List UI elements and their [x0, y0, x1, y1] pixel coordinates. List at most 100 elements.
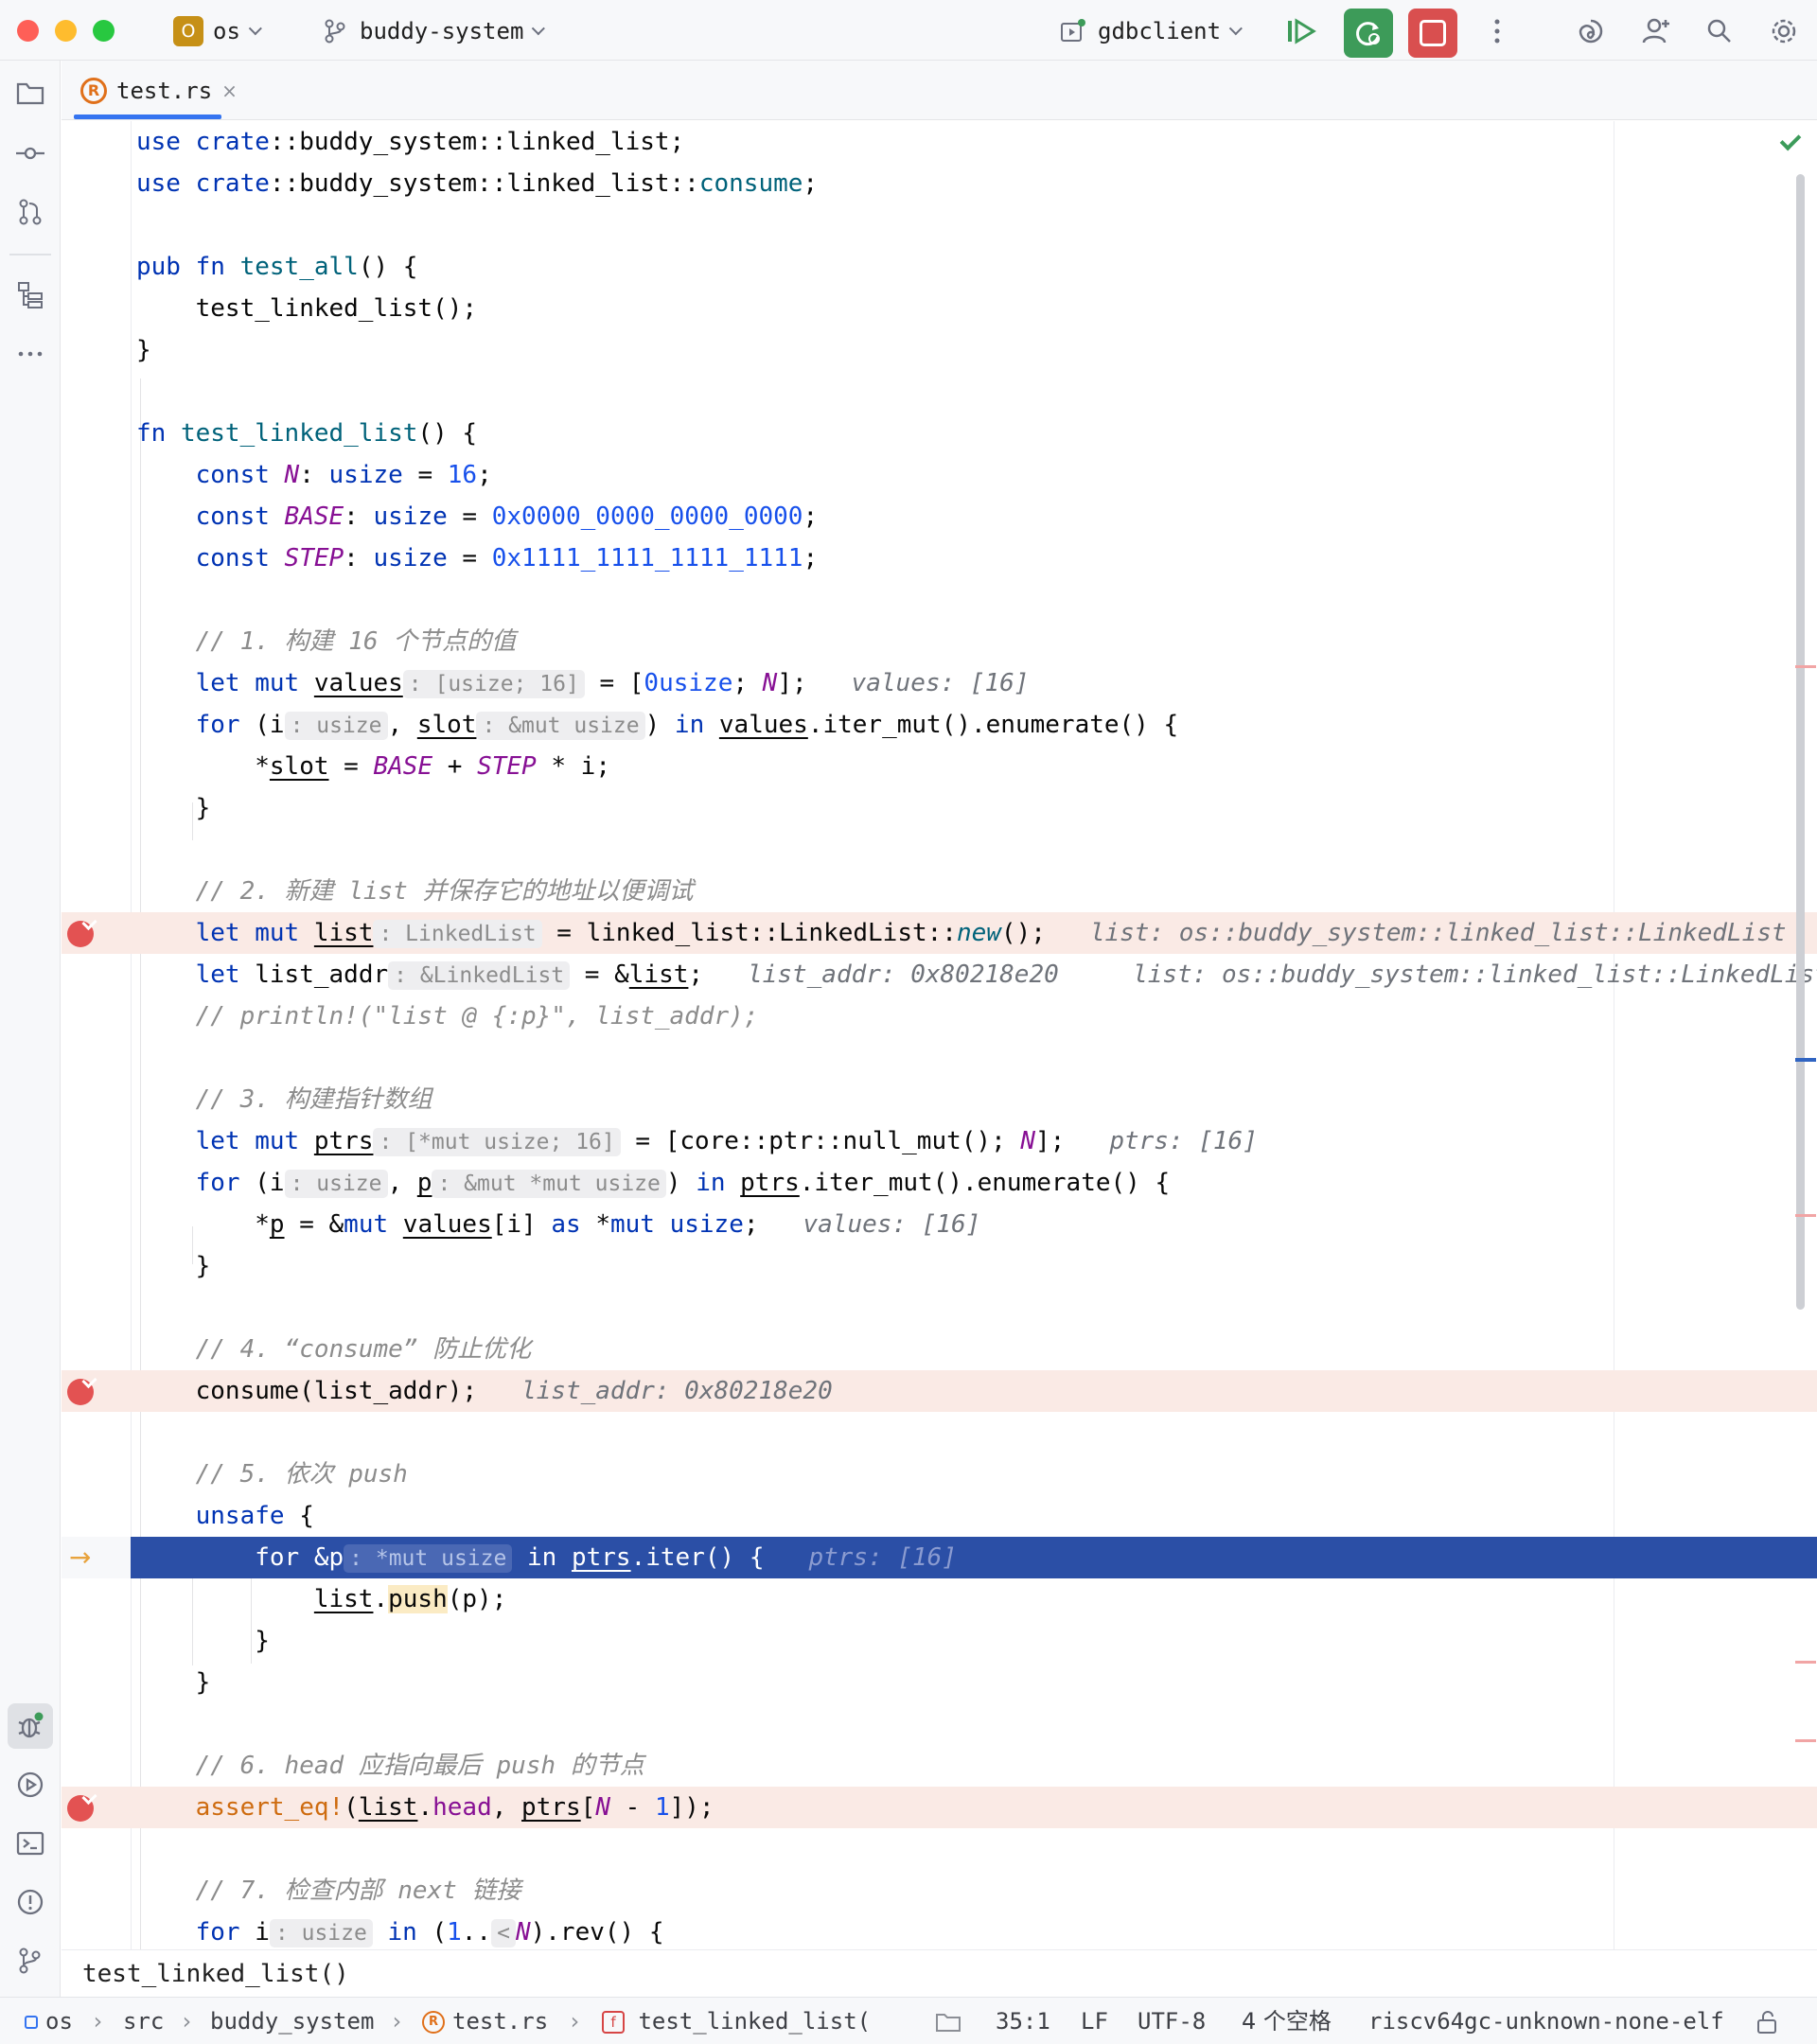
- code-line: for (i: usize, slot: &mut usize) in valu…: [195, 711, 1179, 740]
- rust-file-icon: R: [422, 2011, 445, 2034]
- const-step-value: 0x1111_1111_1111_1111: [491, 544, 803, 573]
- breakpoint-icon[interactable]: [67, 921, 94, 947]
- chevron-right-icon: ›: [568, 2008, 582, 2035]
- ai-assistant-icon[interactable]: [1575, 15, 1607, 47]
- const-base: BASE: [284, 502, 344, 531]
- const-base-value: 0x0000_0000_0000_0000: [491, 502, 803, 531]
- zoom-window-button[interactable]: [93, 20, 115, 42]
- run-config-name: gdbclient: [1098, 18, 1222, 44]
- inline-value: ptrs: [16]: [808, 1543, 957, 1572]
- breakpoint-icon[interactable]: [67, 1795, 94, 1822]
- code-line: // 1. 构建 16 个节点的值: [62, 621, 1817, 662]
- rerun-debug-button[interactable]: [1344, 9, 1393, 58]
- search-icon[interactable]: [1703, 15, 1736, 47]
- code-line: // 4. “consume” 防止优化: [62, 1329, 1817, 1370]
- folder-icon[interactable]: [935, 1998, 961, 2044]
- close-tab-icon[interactable]: ×: [221, 79, 238, 102]
- vertical-scrollbar[interactable]: [1796, 174, 1805, 1310]
- active-tab-indicator: [74, 115, 221, 119]
- code-line: for i: usize in (1.. < N).rev() {: [195, 1918, 664, 1947]
- breakpoint-icon[interactable]: [67, 1379, 94, 1405]
- project-name: os: [213, 18, 240, 44]
- comment: // 2. 新建 list 并保存它的地址以便调试: [195, 877, 694, 906]
- type-hint: : &mut *mut usize: [432, 1170, 666, 1198]
- run-config-selector[interactable]: gdbclient: [1058, 13, 1243, 49]
- code-line: }: [136, 1668, 211, 1697]
- code-line: list.push(p);: [313, 1585, 507, 1613]
- breakpoint-line: consume(list_addr); list_addr: 0x80218e2…: [62, 1370, 1817, 1412]
- structure-icon[interactable]: [13, 278, 47, 312]
- const-n: N: [284, 461, 300, 489]
- breadcrumb-src[interactable]: src: [123, 1998, 164, 2044]
- code-line: }: [136, 1252, 211, 1280]
- breadcrumb-test-rs[interactable]: Rtest.rs: [422, 1998, 548, 2044]
- code-line: // 3. 构建指针数组: [62, 1079, 1817, 1120]
- code-line: let mut values: [usize; 16] = [0usize; N…: [195, 669, 1030, 698]
- comment: // 6. head 应指向最后 push 的节点: [195, 1752, 644, 1780]
- tab-test-rs[interactable]: R test.rs ×: [69, 61, 249, 120]
- rust-file-icon: R: [80, 77, 107, 104]
- debug-rerun-icon: [1356, 22, 1380, 46]
- type-hint: : usize: [284, 1170, 388, 1198]
- breakpoint-line: let mut list: LinkedList = linked_list::…: [62, 912, 1817, 954]
- code-line: }: [136, 336, 151, 364]
- breadcrumb-buddy-system[interactable]: buddy_system: [210, 1998, 374, 2044]
- status-bar: os › src › buddy_system › Rtest.rs › f t…: [0, 1997, 1817, 2044]
- minimize-window-button[interactable]: [55, 20, 77, 42]
- title-bar: O os buddy-system gdbclient: [0, 0, 1817, 61]
- project-selector[interactable]: O os: [173, 13, 262, 49]
- services-icon[interactable]: [13, 1768, 47, 1802]
- terminal-icon[interactable]: [13, 1826, 47, 1860]
- type-hint: : &mut usize: [476, 712, 645, 740]
- comment: // println!("list @ {:p}", list_addr);: [195, 1002, 759, 1031]
- add-user-icon[interactable]: [1640, 15, 1672, 47]
- resume-icon[interactable]: [1285, 15, 1317, 47]
- execution-arrow-icon: →: [69, 1542, 92, 1573]
- caret-position[interactable]: 35:1: [996, 1998, 1050, 2044]
- code-line: }: [136, 1627, 270, 1655]
- inline-value: list_addr: 0x80218e20: [521, 1377, 833, 1405]
- inline-value: ptrs: [16]: [1109, 1127, 1258, 1155]
- tab-label: test.rs: [116, 77, 213, 104]
- left-tool-strip: [0, 61, 61, 1999]
- commit-icon[interactable]: [13, 136, 47, 170]
- code-line: fn test_linked_list() {: [136, 419, 478, 448]
- breadcrumb-function[interactable]: f test_linked_list(: [602, 1998, 871, 2044]
- breakpoint-marker: [1795, 1661, 1816, 1664]
- code-line: for (i: usize, p: &mut *mut usize) in pt…: [195, 1169, 1171, 1198]
- target-triple[interactable]: riscv64gc-unknown-none-elf: [1368, 1998, 1724, 2044]
- problems-icon[interactable]: [13, 1885, 47, 1919]
- stop-button[interactable]: [1408, 9, 1457, 58]
- breakpoint-line: assert_eq!(list.head, ptrs[N - 1]);: [62, 1787, 1817, 1828]
- const-step: STEP: [284, 544, 344, 573]
- inline-value: values: [16]: [851, 669, 1030, 697]
- code-editor[interactable]: use crate::buddy_system::linked_list; us…: [62, 121, 1817, 1949]
- inline-value: list: os::buddy_system::linked_list::Lin…: [1089, 919, 1787, 947]
- code-line: use crate::buddy_system::linked_list::co…: [136, 169, 819, 198]
- code-line: test_linked_list();: [62, 288, 1817, 329]
- more-actions-icon[interactable]: [1481, 15, 1513, 47]
- run-config-icon: [1061, 19, 1085, 42]
- const-n-value: 16: [447, 461, 478, 489]
- indent-setting[interactable]: 4 个空格: [1242, 1998, 1332, 2044]
- pull-requests-icon[interactable]: [13, 195, 47, 229]
- lock-icon[interactable]: [1755, 1998, 1781, 2044]
- git-icon[interactable]: [13, 1944, 47, 1978]
- settings-gear-icon[interactable]: [1768, 15, 1800, 47]
- debug-tool-icon[interactable]: [8, 1703, 53, 1749]
- chevron-down-icon: [1228, 22, 1243, 36]
- project-folder-icon[interactable]: [13, 76, 47, 110]
- inline-value: values: [16]: [803, 1210, 981, 1239]
- type-hint: : [usize; 16]: [402, 670, 585, 698]
- branch-selector[interactable]: buddy-system: [322, 13, 546, 49]
- more-tools-icon[interactable]: [13, 337, 47, 371]
- comment: // 4. “consume” 防止优化: [195, 1335, 532, 1364]
- breakpoint-marker: [1795, 1739, 1816, 1742]
- file-encoding[interactable]: UTF-8: [1138, 1998, 1206, 2044]
- close-window-button[interactable]: [17, 20, 39, 42]
- line-separator[interactable]: LF: [1081, 1998, 1108, 2044]
- code-line: const STEP: usize = 0x1111_1111_1111_111…: [195, 544, 819, 573]
- current-function[interactable]: test_linked_list(): [82, 1950, 349, 1998]
- code-line: let mut ptrs: [*mut usize; 16] = [core::…: [195, 1127, 1258, 1156]
- breadcrumb-project[interactable]: os: [25, 1998, 73, 2044]
